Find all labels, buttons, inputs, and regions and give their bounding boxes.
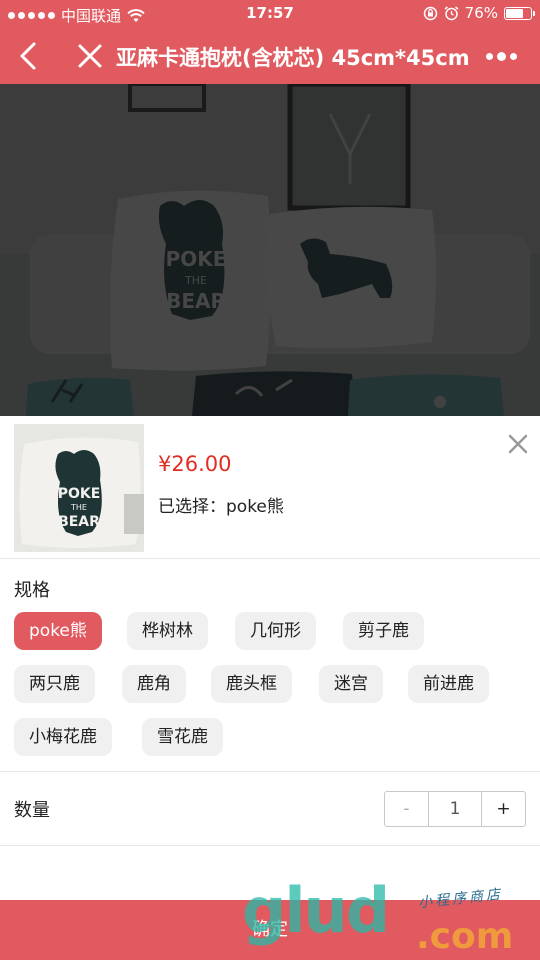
quantity-value[interactable]: 1 [429,792,481,826]
quantity-stepper: - 1 + [384,791,526,827]
status-bar: 中国联通 17:57 76% [0,0,540,28]
divider [0,771,540,772]
spec-option-poke-bear[interactable]: poke熊 [14,612,102,650]
thumb-text-line-1: POKE [58,486,101,502]
divider [0,845,540,846]
spec-option-antler[interactable]: 鹿角 [122,665,186,703]
spec-option-maze[interactable]: 迷宫 [319,665,383,703]
selected-spec: 已选择：poke熊 [158,492,284,517]
spec-option-silhouette-deer[interactable]: 剪子鹿 [343,612,424,650]
spec-option-snow-deer[interactable]: 雪花鹿 [142,718,223,756]
spec-option-walking-deer[interactable]: 前进鹿 [408,665,489,703]
spec-option-deer-head-frame[interactable]: 鹿头框 [211,665,292,703]
battery-percent: 76% [464,4,498,22]
chevron-left-icon [20,42,36,70]
alarm-icon [444,5,459,20]
product-thumbnail: POKE THE BEAR [14,424,144,552]
spec-title: 规格 [14,580,50,601]
quantity-increment-button[interactable]: + [481,792,525,826]
more-icon [486,52,493,60]
divider [0,558,540,559]
product-price: ¥26.00 [158,452,232,476]
spec-option-two-deer[interactable]: 两只鹿 [14,665,95,703]
spec-option-birch[interactable]: 桦树林 [127,612,208,650]
more-button[interactable] [486,44,526,68]
status-bar-right: 76% [423,4,535,22]
close-icon [78,44,102,68]
close-page-button[interactable] [72,38,108,74]
battery-icon [504,6,535,20]
quantity-decrement-button[interactable]: - [385,792,429,826]
back-button[interactable] [12,38,48,74]
thumb-text-line-2: THE [70,503,87,512]
selected-label: 已选择： [158,497,226,517]
sheet-close-button[interactable] [506,432,530,456]
selected-value: poke熊 [226,497,284,517]
quantity-label: 数量 [14,800,50,821]
rotation-lock-icon [423,6,437,20]
page-title: 亚麻卡通抱枕(含枕芯) 45cm*45cm [116,46,470,70]
sku-selector-sheet: POKE THE BEAR ¥26.00 已选择：poke熊 规格 poke熊 … [0,416,540,960]
product-photo: POKE THE BEAR [0,84,540,416]
nav-bar: 亚麻卡通抱枕(含枕芯) 45cm*45cm [0,28,540,84]
confirm-button[interactable]: 确定 [0,900,540,960]
spec-option-geometric[interactable]: 几何形 [235,612,316,650]
product-image-dimmed[interactable]: POKE THE BEAR [0,84,540,416]
spec-option-sika-deer[interactable]: 小梅花鹿 [14,718,112,756]
close-icon [508,434,528,454]
thumb-text-line-3: BEAR [58,514,100,530]
